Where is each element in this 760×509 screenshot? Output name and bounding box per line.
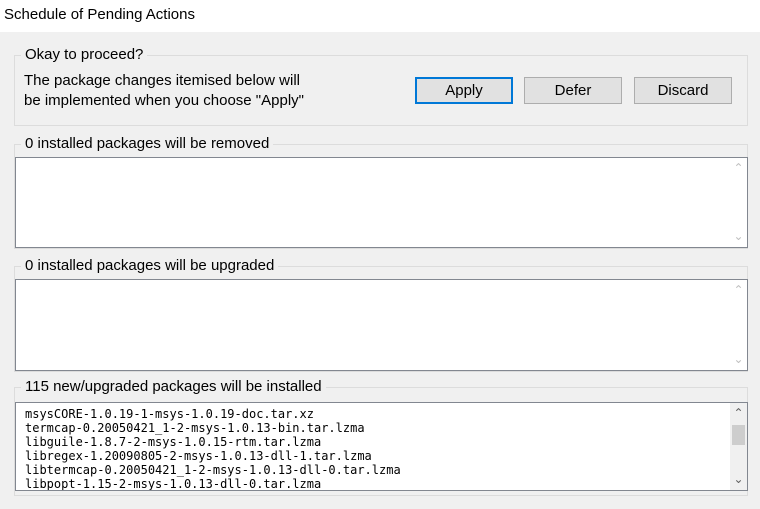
discard-button[interactable]: Discard — [634, 77, 732, 104]
defer-button[interactable]: Defer — [524, 77, 622, 104]
installed-list[interactable]: msysCORE-1.0.19-1-msys-1.0.19-doc.tar.xz… — [15, 402, 748, 491]
apply-button[interactable]: Apply — [415, 77, 513, 104]
proceed-group: Okay to proceed? The package changes ite… — [14, 45, 748, 126]
title-bar: Schedule of Pending Actions — [0, 0, 760, 32]
dialog-client-area: Okay to proceed? The package changes ite… — [0, 32, 760, 509]
chevron-up-icon[interactable]: ⌃ — [730, 405, 747, 422]
list-item[interactable]: termcap-0.20050421_1-2-msys-1.0.13-bin.t… — [25, 421, 401, 435]
list-item[interactable]: libtermcap-0.20050421_1-2-msys-1.0.13-dl… — [25, 463, 401, 477]
chevron-up-icon[interactable]: ⌃ — [730, 160, 747, 177]
upgraded-group: 0 installed packages will be upgraded ⌃ … — [14, 256, 748, 372]
chevron-down-icon[interactable]: ⌄ — [730, 228, 747, 245]
upgraded-list-scrollbar[interactable]: ⌃ ⌄ — [730, 280, 747, 370]
installed-group: 115 new/upgraded packages will be instal… — [14, 377, 748, 496]
window-title: Schedule of Pending Actions — [4, 6, 195, 23]
removed-list-scrollbar[interactable]: ⌃ ⌄ — [730, 158, 747, 247]
removed-list[interactable]: ⌃ ⌄ — [15, 157, 748, 248]
proceed-description-line1: The package changes itemised below will — [24, 72, 300, 89]
list-item[interactable]: libpopt-1.15-2-msys-1.0.13-dll-0.tar.lzm… — [25, 477, 401, 490]
proceed-heading: Okay to proceed? — [21, 45, 148, 65]
list-item[interactable]: libguile-1.8.7-2-msys-1.0.15-rtm.tar.lzm… — [25, 435, 401, 449]
chevron-up-icon[interactable]: ⌃ — [730, 282, 747, 299]
removed-heading: 0 installed packages will be removed — [21, 134, 274, 154]
chevron-down-icon[interactable]: ⌄ — [730, 471, 747, 488]
upgraded-list[interactable]: ⌃ ⌄ — [15, 279, 748, 371]
installed-items: msysCORE-1.0.19-1-msys-1.0.19-doc.tar.xz… — [25, 407, 401, 490]
list-item[interactable]: msysCORE-1.0.19-1-msys-1.0.19-doc.tar.xz — [25, 407, 401, 421]
chevron-down-icon[interactable]: ⌄ — [730, 351, 747, 368]
installed-heading: 115 new/upgraded packages will be instal… — [21, 377, 326, 397]
proceed-description-line2: be implemented when you choose "Apply" — [24, 92, 304, 109]
scrollbar-thumb[interactable] — [732, 425, 745, 445]
removed-group: 0 installed packages will be removed ⌃ ⌄ — [14, 134, 748, 249]
list-item[interactable]: libregex-1.20090805-2-msys-1.0.13-dll-1.… — [25, 449, 401, 463]
upgraded-heading: 0 installed packages will be upgraded — [21, 256, 279, 276]
installed-list-scrollbar[interactable]: ⌃ ⌄ — [730, 403, 747, 490]
